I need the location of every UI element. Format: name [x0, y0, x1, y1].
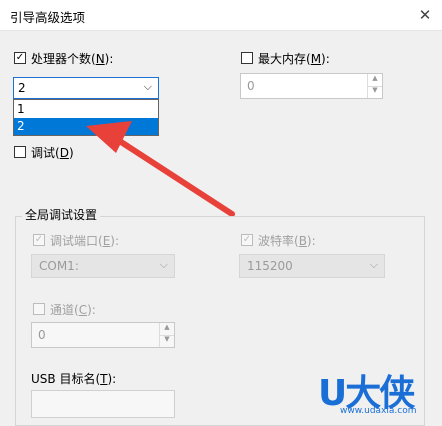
baud-rate-checkbox[interactable]: ✓: [241, 234, 253, 246]
spin-down-icon[interactable]: ▼: [160, 335, 174, 347]
close-button[interactable]: ✕: [408, 0, 442, 30]
title-bar: 引导高级选项 ✕: [0, 0, 442, 31]
debug-port-combobox[interactable]: COM1: ⌵: [31, 254, 175, 278]
processors-option-1[interactable]: 1: [14, 101, 158, 118]
usb-target-input[interactable]: [31, 390, 175, 418]
channel-label: 通道(C):: [50, 303, 96, 317]
max-memory-label: 最大内存(M):: [258, 52, 330, 66]
max-memory-value: 0: [247, 79, 255, 93]
spin-down-icon[interactable]: ▼: [368, 86, 382, 98]
max-memory-spinner[interactable]: 0 ▲ ▼: [240, 73, 383, 99]
chevron-down-icon: ⌵: [369, 258, 378, 271]
debug-port-value: COM1:: [39, 259, 79, 273]
usb-target-label: USB 目标名(T):: [31, 372, 117, 386]
baud-rate-combobox[interactable]: 115200 ⌵: [239, 254, 385, 278]
processors-value: 2: [18, 81, 26, 95]
channel-checkbox[interactable]: [33, 303, 45, 315]
watermark: U大侠 www.udaxia.com: [318, 364, 442, 418]
processors-combobox[interactable]: 2 ⌵: [13, 77, 159, 99]
global-debug-group-title: 全局调试设置: [22, 206, 101, 223]
window-title: 引导高级选项: [10, 10, 86, 25]
debug-checkbox[interactable]: [14, 146, 26, 158]
channel-spinner[interactable]: 0 ▲ ▼: [31, 322, 175, 348]
debug-label: 调试(D): [31, 146, 74, 160]
watermark-url: www.udaxia.com: [340, 406, 417, 416]
processors-label: 处理器个数(N):: [31, 52, 114, 66]
arrow-shaft: [115, 137, 235, 217]
baud-rate-label: 波特率(B):: [258, 234, 316, 248]
max-memory-checkbox[interactable]: [241, 52, 253, 64]
baud-rate-value: 115200: [247, 259, 293, 273]
processors-checkbox[interactable]: ✓: [14, 52, 26, 64]
debug-port-label: 调试端口(E):: [50, 234, 120, 248]
chevron-down-icon: ⌵: [143, 80, 152, 93]
chevron-down-icon: ⌵: [159, 258, 168, 271]
processors-dropdown-list: 1 2: [13, 99, 159, 136]
processors-option-2[interactable]: 2: [14, 118, 158, 135]
debug-port-checkbox[interactable]: ✓: [33, 234, 45, 246]
channel-value: 0: [38, 328, 46, 342]
